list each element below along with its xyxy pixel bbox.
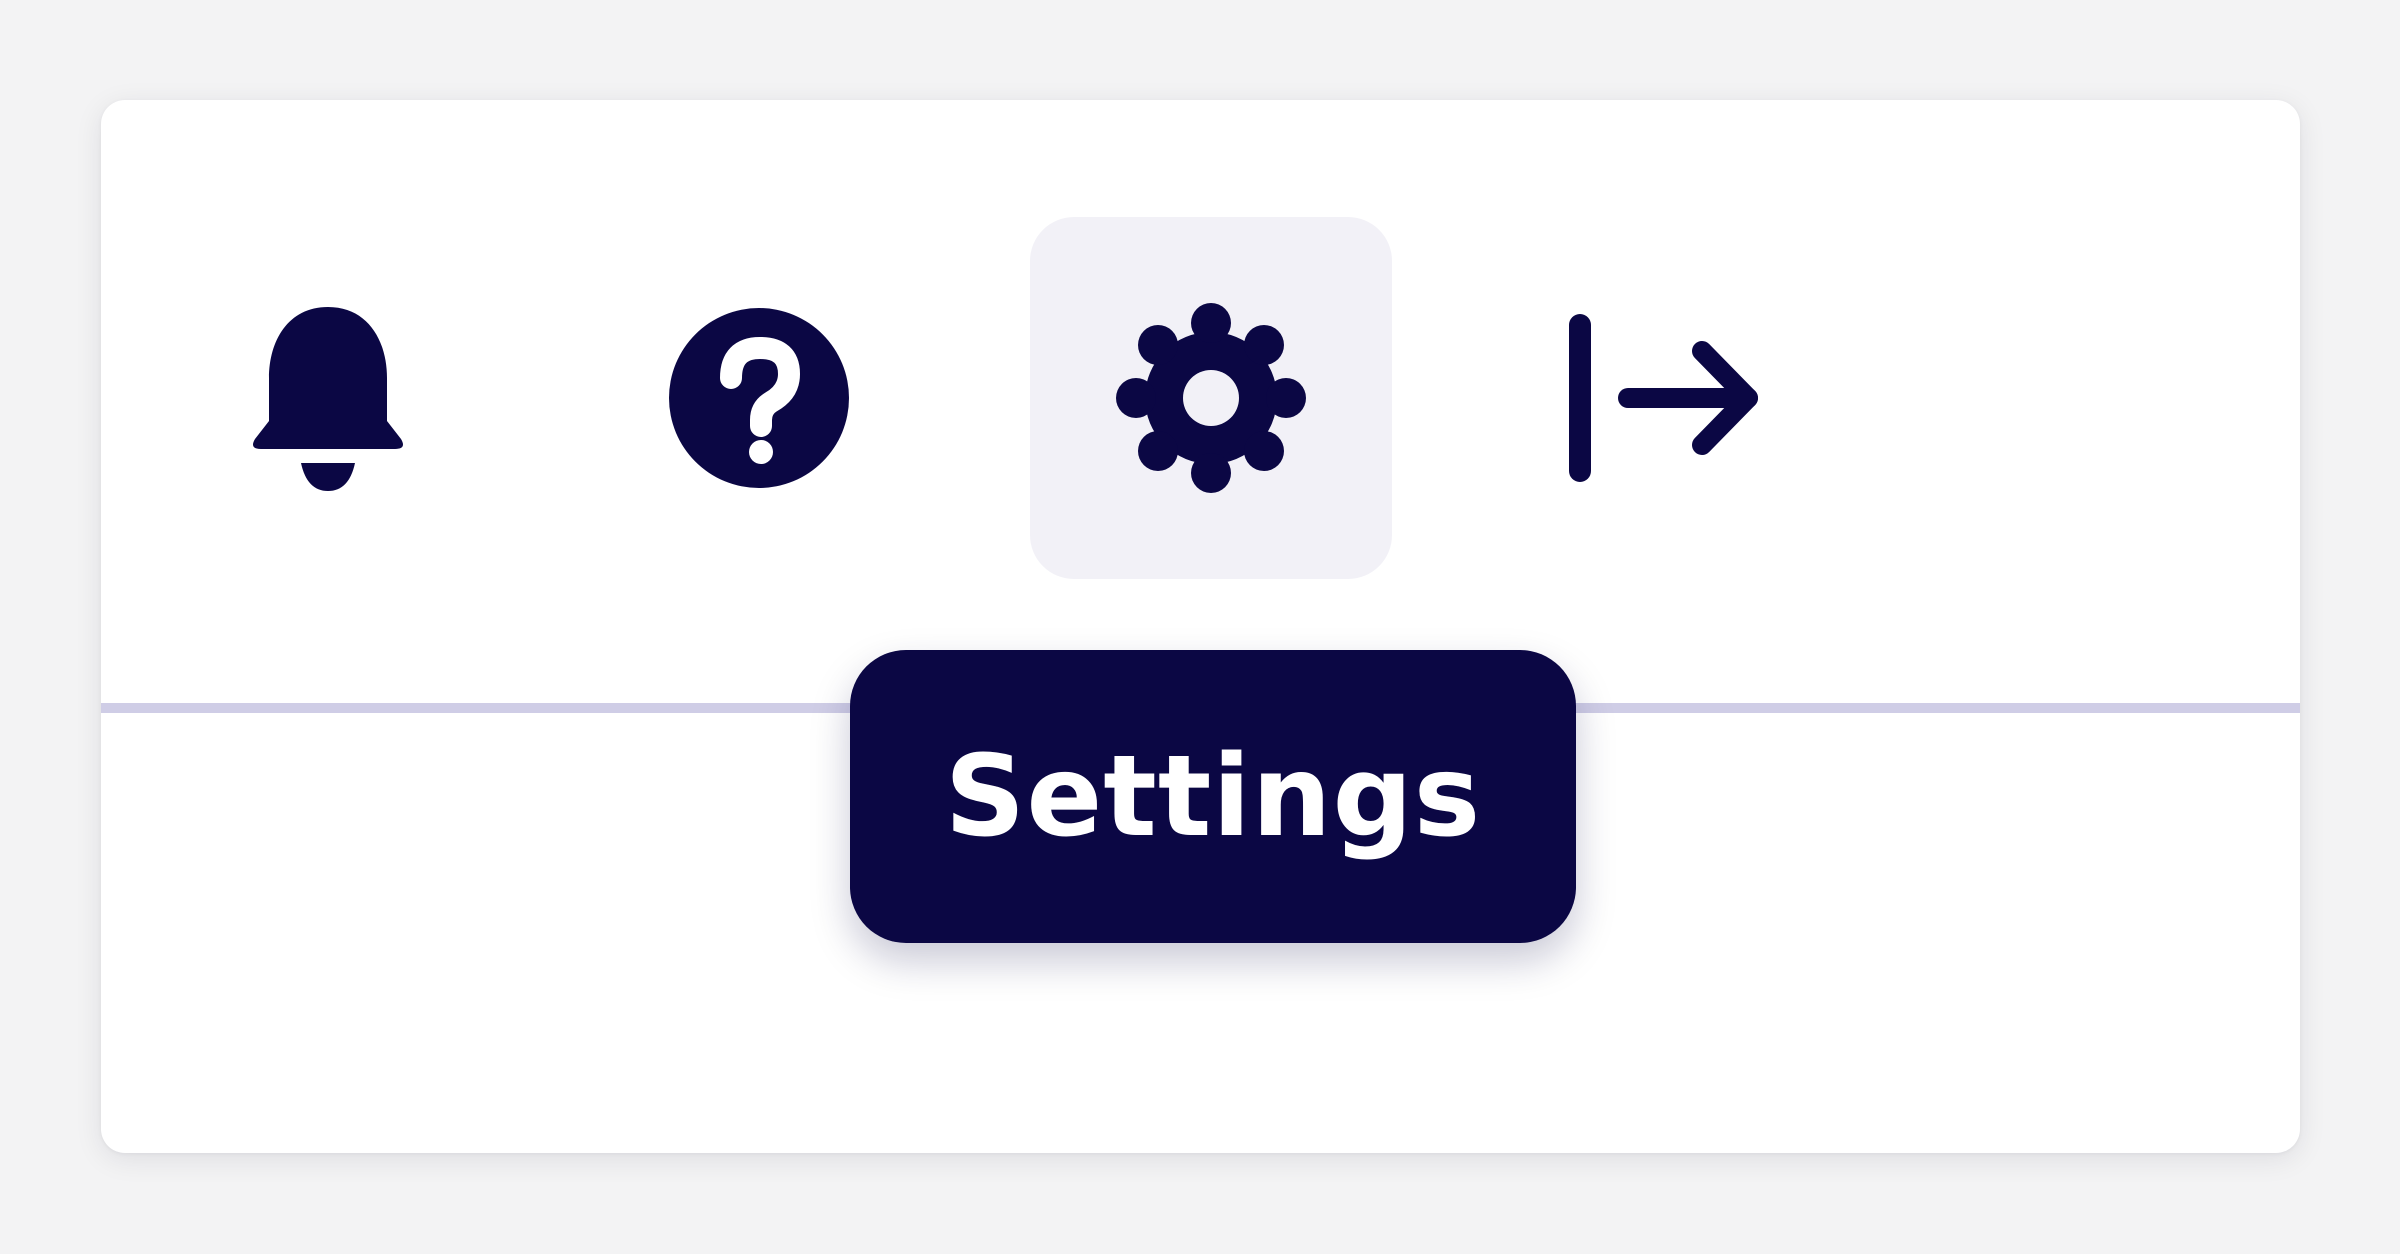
logout-arrow-icon xyxy=(1564,313,1764,483)
help-button[interactable] xyxy=(578,217,940,579)
notifications-button[interactable] xyxy=(147,217,509,579)
tooltip-label: Settings xyxy=(944,731,1482,862)
question-circle-icon xyxy=(667,306,851,490)
settings-button[interactable] xyxy=(1030,217,1392,579)
header-panel: Settings xyxy=(101,100,2300,1153)
settings-tooltip: Settings xyxy=(850,650,1576,943)
gear-icon xyxy=(1116,303,1306,493)
bell-icon xyxy=(243,303,413,493)
logout-button[interactable] xyxy=(1483,217,1845,579)
